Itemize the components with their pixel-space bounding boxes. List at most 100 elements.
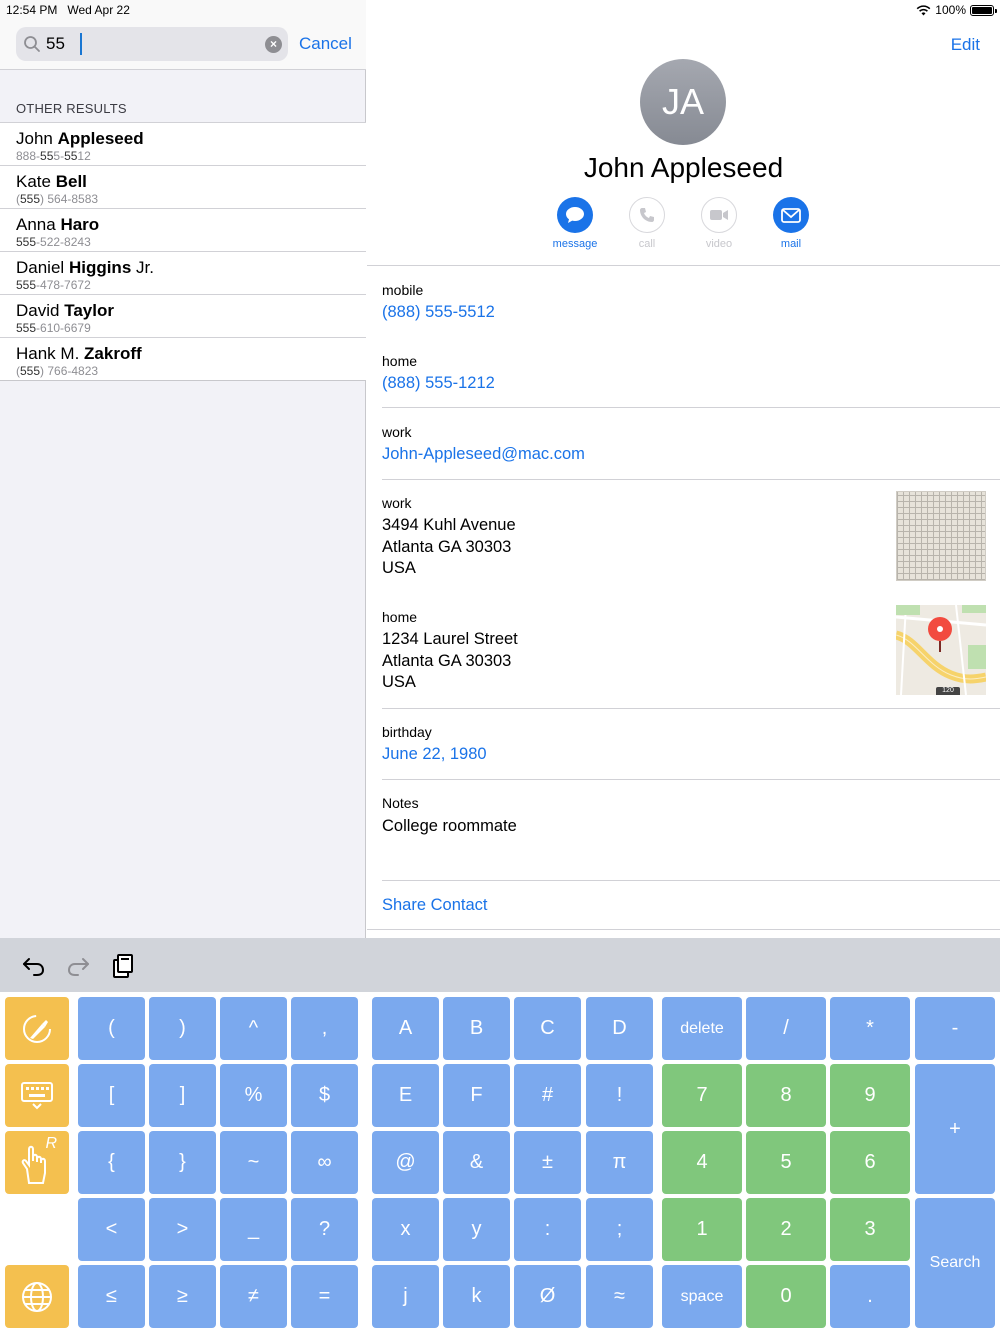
key-percent[interactable]: % xyxy=(220,1064,287,1127)
last-name: Taylor xyxy=(64,301,114,320)
search-field[interactable]: × xyxy=(16,27,288,61)
call-action[interactable]: call xyxy=(617,197,677,250)
mail-button[interactable] xyxy=(773,197,809,233)
clear-search-icon[interactable]: × xyxy=(265,36,282,53)
paste-button[interactable] xyxy=(108,952,136,980)
key-0[interactable]: 0 xyxy=(746,1265,826,1328)
cancel-button[interactable]: Cancel xyxy=(299,34,352,54)
key-y[interactable]: y xyxy=(443,1198,510,1261)
key-b[interactable]: B xyxy=(443,997,510,1060)
key-not-equal[interactable]: ≠ xyxy=(220,1265,287,1328)
result-row-david-taylor[interactable]: David Taylor 555-610-6679 xyxy=(0,295,366,338)
key-comma[interactable]: , xyxy=(291,997,358,1060)
key-underscore[interactable]: _ xyxy=(220,1198,287,1261)
key-caret[interactable]: ^ xyxy=(220,997,287,1060)
work-address-map-thumbnail[interactable] xyxy=(896,491,986,581)
result-row-john-appleseed[interactable]: John Appleseed 888-555-5512 xyxy=(0,123,366,166)
share-contact-button[interactable]: Share Contact xyxy=(382,896,487,915)
key-tilde[interactable]: ~ xyxy=(220,1131,287,1194)
key-x[interactable]: x xyxy=(372,1198,439,1261)
key-at[interactable]: @ xyxy=(372,1131,439,1194)
phone-part: -522-8243 xyxy=(36,235,91,249)
brush-key[interactable] xyxy=(5,997,69,1060)
message-button[interactable] xyxy=(557,197,593,233)
key-area: R ( ) ^ , A B C D delete / * - [ ] % $ E… xyxy=(0,992,1000,1334)
key-2[interactable]: 2 xyxy=(746,1198,826,1261)
key-3[interactable]: 3 xyxy=(830,1198,910,1261)
key-paren-open[interactable]: ( xyxy=(78,997,145,1060)
key-brace-open[interactable]: { xyxy=(78,1131,145,1194)
key-ampersand[interactable]: & xyxy=(443,1131,510,1194)
key-f[interactable]: F xyxy=(443,1064,510,1127)
mail-action[interactable]: mail xyxy=(761,197,821,250)
key-colon[interactable]: : xyxy=(514,1198,581,1261)
result-row-daniel-higgins[interactable]: Daniel Higgins Jr. 555-478-7672 xyxy=(0,252,366,295)
email-link[interactable]: John-Appleseed@mac.com xyxy=(382,445,585,464)
result-phone: (555) 564-8583 xyxy=(16,192,98,206)
key-equals[interactable]: = xyxy=(291,1265,358,1328)
key-bracket-open[interactable]: [ xyxy=(78,1064,145,1127)
key-a[interactable]: A xyxy=(372,997,439,1060)
video-action[interactable]: video xyxy=(689,197,749,250)
result-row-hank-zakroff[interactable]: Hank M. Zakroff (555) 766-4823 xyxy=(0,338,366,381)
key-approx[interactable]: ≈ xyxy=(586,1265,653,1328)
key-slash[interactable]: / xyxy=(746,997,826,1060)
key-paren-close[interactable]: ) xyxy=(149,997,216,1060)
undo-button[interactable] xyxy=(20,952,48,980)
key-empty-set[interactable]: Ø xyxy=(514,1265,581,1328)
search-input[interactable] xyxy=(46,33,266,55)
key-question[interactable]: ? xyxy=(291,1198,358,1261)
home-address-map-thumbnail[interactable]: 120 xyxy=(896,605,986,695)
first-name: Hank M. xyxy=(16,344,80,363)
search-key[interactable]: Search xyxy=(915,1198,995,1328)
phone-part: 5- xyxy=(53,149,65,163)
video-button[interactable] xyxy=(701,197,737,233)
key-multiply[interactable]: * xyxy=(830,997,910,1060)
key-semicolon[interactable]: ; xyxy=(586,1198,653,1261)
key-plus-minus[interactable]: ± xyxy=(514,1131,581,1194)
key-8[interactable]: 8 xyxy=(746,1064,826,1127)
key-less-than[interactable]: < xyxy=(78,1198,145,1261)
hand-mode-key[interactable]: R xyxy=(5,1131,69,1194)
result-phone: 555-610-6679 xyxy=(16,321,91,335)
key-minus[interactable]: - xyxy=(915,997,995,1060)
key-d[interactable]: D xyxy=(586,997,653,1060)
key-pi[interactable]: π xyxy=(586,1131,653,1194)
message-action[interactable]: message xyxy=(545,197,605,250)
key-9[interactable]: 9 xyxy=(830,1064,910,1127)
notes-value[interactable]: College roommate xyxy=(382,817,517,836)
key-dollar[interactable]: $ xyxy=(291,1064,358,1127)
call-button[interactable] xyxy=(629,197,665,233)
key-5[interactable]: 5 xyxy=(746,1131,826,1194)
key-brace-close[interactable]: } xyxy=(149,1131,216,1194)
key-k[interactable]: k xyxy=(443,1265,510,1328)
key-e[interactable]: E xyxy=(372,1064,439,1127)
key-4[interactable]: 4 xyxy=(662,1131,742,1194)
globe-key[interactable] xyxy=(5,1265,69,1328)
result-row-kate-bell[interactable]: Kate Bell (555) 564-8583 xyxy=(0,166,366,209)
mobile-phone-link[interactable]: (888) 555-5512 xyxy=(382,303,495,322)
key-plus[interactable]: + xyxy=(915,1064,995,1194)
result-row-anna-haro[interactable]: Anna Haro 555-522-8243 xyxy=(0,209,366,252)
map-pin-icon xyxy=(928,617,952,652)
key-6[interactable]: 6 xyxy=(830,1131,910,1194)
key-1[interactable]: 1 xyxy=(662,1198,742,1261)
key-dot[interactable]: . xyxy=(830,1265,910,1328)
key-j[interactable]: j xyxy=(372,1265,439,1328)
key-bracket-close[interactable]: ] xyxy=(149,1064,216,1127)
key-greater-equal[interactable]: ≥ xyxy=(149,1265,216,1328)
key-7[interactable]: 7 xyxy=(662,1064,742,1127)
hide-keyboard-key[interactable] xyxy=(5,1064,69,1127)
redo-button[interactable] xyxy=(64,952,92,980)
delete-key[interactable]: delete xyxy=(662,997,742,1060)
key-greater-than[interactable]: > xyxy=(149,1198,216,1261)
key-exclamation[interactable]: ! xyxy=(586,1064,653,1127)
space-key[interactable]: space xyxy=(662,1265,742,1328)
key-hash[interactable]: # xyxy=(514,1064,581,1127)
key-infinity[interactable]: ∞ xyxy=(291,1131,358,1194)
birthday-value[interactable]: June 22, 1980 xyxy=(382,745,487,764)
key-less-equal[interactable]: ≤ xyxy=(78,1265,145,1328)
edit-button[interactable]: Edit xyxy=(951,35,980,55)
home-phone-link[interactable]: (888) 555-1212 xyxy=(382,374,495,393)
key-c[interactable]: C xyxy=(514,997,581,1060)
